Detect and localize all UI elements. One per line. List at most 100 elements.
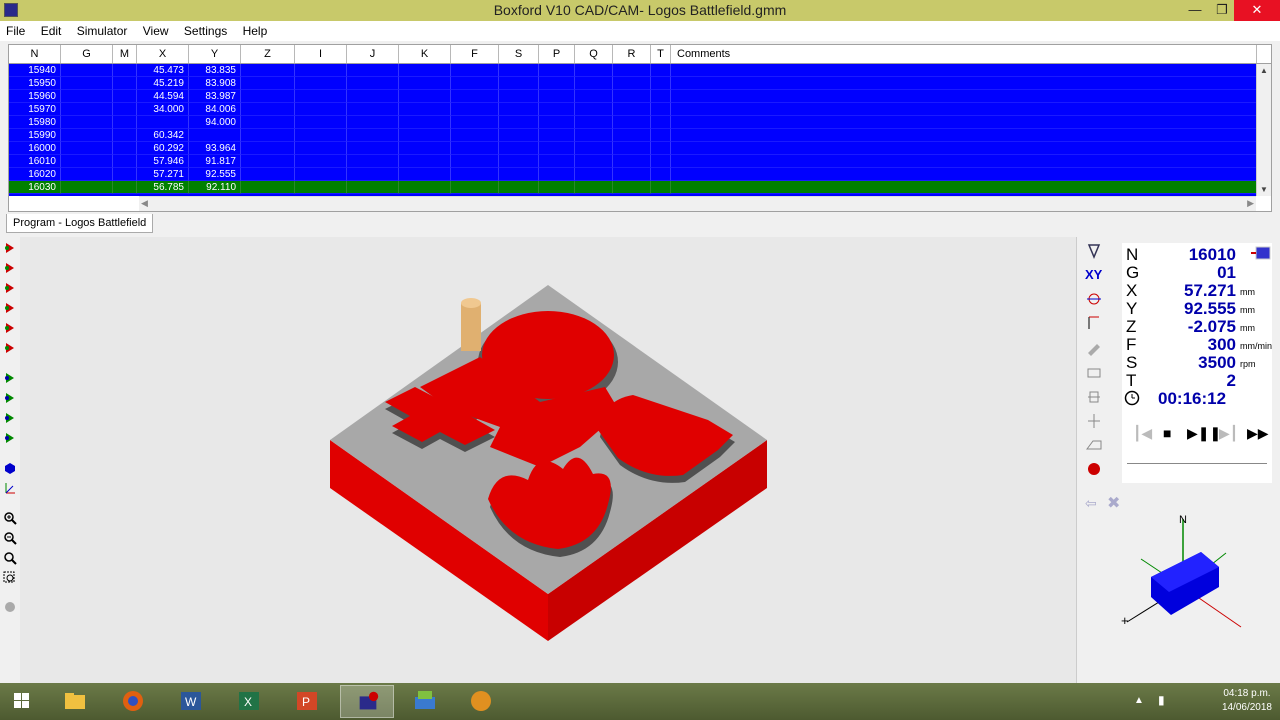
cell-x[interactable]: 57.946 bbox=[137, 155, 189, 168]
column-header-s[interactable]: S bbox=[499, 45, 539, 63]
menu-settings[interactable]: Settings bbox=[178, 21, 233, 38]
cell-t[interactable] bbox=[651, 103, 671, 116]
cell-x[interactable]: 56.785 bbox=[137, 181, 189, 194]
play-pause-icon[interactable]: ▶❚❚ bbox=[1187, 425, 1221, 442]
cell-s[interactable] bbox=[499, 181, 539, 194]
table-row[interactable]: 16020 57.271 92.555 bbox=[9, 168, 1257, 181]
cell-i[interactable] bbox=[295, 116, 347, 129]
cell-comments[interactable] bbox=[671, 155, 1257, 168]
tool-pen-green-icon[interactable] bbox=[3, 371, 17, 385]
expand-dro-icon[interactable] bbox=[1250, 245, 1272, 261]
cell-n[interactable]: 15940 bbox=[9, 64, 61, 77]
tool-pen-red-icon[interactable] bbox=[3, 301, 17, 315]
cell-r[interactable] bbox=[613, 155, 651, 168]
alarm-icon[interactable] bbox=[1085, 461, 1103, 477]
cell-p[interactable] bbox=[539, 181, 575, 194]
cell-y[interactable]: 92.110 bbox=[189, 181, 241, 194]
cell-n[interactable]: 15980 bbox=[9, 116, 61, 129]
cell-g[interactable] bbox=[61, 129, 113, 142]
cell-g[interactable] bbox=[61, 181, 113, 194]
cell-k[interactable] bbox=[399, 64, 451, 77]
cell-p[interactable] bbox=[539, 64, 575, 77]
cell-n[interactable]: 15960 bbox=[9, 90, 61, 103]
cell-j[interactable] bbox=[347, 103, 399, 116]
minimize-button[interactable]: — bbox=[1180, 0, 1210, 21]
cell-f[interactable] bbox=[451, 155, 499, 168]
tool-edit-icon[interactable] bbox=[1085, 341, 1103, 357]
horizontal-scrollbar[interactable]: ◀ ▶ bbox=[139, 196, 1256, 211]
boxford-3d-icon[interactable] bbox=[410, 687, 440, 715]
cell-m[interactable] bbox=[113, 116, 137, 129]
cell-m[interactable] bbox=[113, 155, 137, 168]
cell-z[interactable] bbox=[241, 90, 295, 103]
cell-r[interactable] bbox=[613, 90, 651, 103]
cell-s[interactable] bbox=[499, 103, 539, 116]
cell-r[interactable] bbox=[613, 181, 651, 194]
table-row[interactable]: 15980 94.000 bbox=[9, 116, 1257, 129]
cell-m[interactable] bbox=[113, 142, 137, 155]
column-header-comments[interactable]: Comments bbox=[671, 45, 1257, 63]
cell-j[interactable] bbox=[347, 181, 399, 194]
cell-p[interactable] bbox=[539, 90, 575, 103]
cell-g[interactable] bbox=[61, 103, 113, 116]
excel-icon[interactable]: X bbox=[234, 687, 264, 715]
cell-f[interactable] bbox=[451, 64, 499, 77]
cell-y[interactable]: 92.555 bbox=[189, 168, 241, 181]
zoom-out-icon[interactable] bbox=[3, 531, 17, 545]
cell-s[interactable] bbox=[499, 142, 539, 155]
table-row-selected[interactable]: 16030 56.785 92.110 bbox=[9, 181, 1257, 194]
cell-q[interactable] bbox=[575, 116, 613, 129]
cell-t[interactable] bbox=[651, 64, 671, 77]
cell-k[interactable] bbox=[399, 168, 451, 181]
cell-x[interactable]: 44.594 bbox=[137, 90, 189, 103]
menu-view[interactable]: View bbox=[137, 21, 175, 38]
rewind-icon[interactable]: ┃◀ bbox=[1133, 425, 1152, 442]
cell-k[interactable] bbox=[399, 103, 451, 116]
cell-z[interactable] bbox=[241, 129, 295, 142]
cell-comments[interactable] bbox=[671, 64, 1257, 77]
cell-y[interactable]: 83.987 bbox=[189, 90, 241, 103]
cell-i[interactable] bbox=[295, 168, 347, 181]
close-button[interactable]: ✕ bbox=[1234, 0, 1280, 21]
cell-q[interactable] bbox=[575, 77, 613, 90]
cell-q[interactable] bbox=[575, 142, 613, 155]
column-header-t[interactable]: T bbox=[651, 45, 671, 63]
cell-x[interactable]: 45.219 bbox=[137, 77, 189, 90]
zoom-in-icon[interactable] bbox=[3, 511, 17, 525]
cell-g[interactable] bbox=[61, 116, 113, 129]
cell-g[interactable] bbox=[61, 90, 113, 103]
table-row[interactable]: 15960 44.594 83.987 bbox=[9, 90, 1257, 103]
tool-pen-green-icon[interactable] bbox=[3, 411, 17, 425]
menu-file[interactable]: File bbox=[0, 21, 31, 38]
cell-r[interactable] bbox=[613, 116, 651, 129]
cell-s[interactable] bbox=[499, 64, 539, 77]
cell-k[interactable] bbox=[399, 77, 451, 90]
cell-r[interactable] bbox=[613, 64, 651, 77]
powerpoint-icon[interactable]: P bbox=[292, 687, 322, 715]
table-row[interactable]: 16010 57.946 91.817 bbox=[9, 155, 1257, 168]
tool-pen-red-icon[interactable] bbox=[3, 241, 17, 255]
column-header-n[interactable]: N bbox=[9, 45, 61, 63]
cell-i[interactable] bbox=[295, 181, 347, 194]
fast-forward-icon[interactable]: ▶▶ bbox=[1247, 425, 1269, 442]
firefox-icon[interactable] bbox=[118, 687, 148, 715]
program-grid[interactable]: N G M X Y Z I J K F S P Q R T Comments 15940 45.473 83.83… bbox=[8, 44, 1272, 212]
cell-s[interactable] bbox=[499, 116, 539, 129]
cell-z[interactable] bbox=[241, 77, 295, 90]
cell-q[interactable] bbox=[575, 129, 613, 142]
cell-comments[interactable] bbox=[671, 142, 1257, 155]
cell-f[interactable] bbox=[451, 77, 499, 90]
column-header-k[interactable]: K bbox=[399, 45, 451, 63]
cell-q[interactable] bbox=[575, 155, 613, 168]
cell-z[interactable] bbox=[241, 181, 295, 194]
battery-icon[interactable]: ▮ bbox=[1158, 693, 1165, 707]
cell-x[interactable]: 60.342 bbox=[137, 129, 189, 142]
cell-g[interactable] bbox=[61, 142, 113, 155]
cell-f[interactable] bbox=[451, 116, 499, 129]
cell-r[interactable] bbox=[613, 103, 651, 116]
tool-pen-red-icon[interactable] bbox=[3, 321, 17, 335]
cell-m[interactable] bbox=[113, 181, 137, 194]
table-row[interactable]: 15940 45.473 83.835 bbox=[9, 64, 1257, 77]
cell-f[interactable] bbox=[451, 181, 499, 194]
cell-j[interactable] bbox=[347, 64, 399, 77]
